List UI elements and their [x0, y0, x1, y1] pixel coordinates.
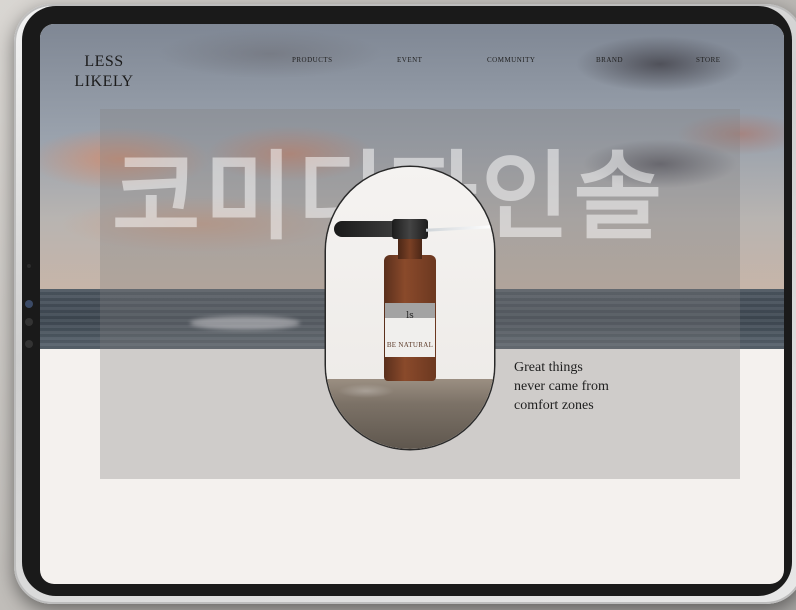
nav-item-products[interactable]: PRODUCTS [292, 56, 333, 64]
nav-item-community[interactable]: COMMUNITY [487, 56, 535, 64]
tagline-line: comfort zones [514, 398, 594, 413]
product-image-frame[interactable]: ls BE NATURAL [326, 167, 494, 449]
camera-icon [25, 262, 33, 270]
site-logo[interactable]: LESS LIKELY [74, 52, 134, 92]
logo-line: LIKELY [74, 73, 134, 90]
hero-tagline: Great things never came from comfort zon… [514, 358, 674, 415]
sensor-dot [25, 340, 33, 348]
nav-item-store[interactable]: STORE [696, 56, 721, 64]
tablet-screen: LESS LIKELY PRODUCTS EVENT COMMUNITY BRA… [40, 24, 784, 584]
logo-line: LESS [84, 53, 124, 70]
bottle-cap [392, 219, 428, 239]
tagline-line: Great things [514, 360, 583, 375]
dropper-pipette [425, 225, 493, 232]
sensor-dot [25, 318, 33, 326]
nav-item-event[interactable]: EVENT [397, 56, 422, 64]
brand-mark: ls [406, 311, 414, 321]
tagline-line: never came from [514, 379, 609, 394]
product-label-text: BE NATURAL [386, 341, 434, 349]
dropper-bulb [334, 221, 396, 237]
nav-item-brand[interactable]: BRAND [596, 56, 623, 64]
stone-pedestal [326, 379, 494, 449]
sensor-dot [25, 300, 33, 308]
